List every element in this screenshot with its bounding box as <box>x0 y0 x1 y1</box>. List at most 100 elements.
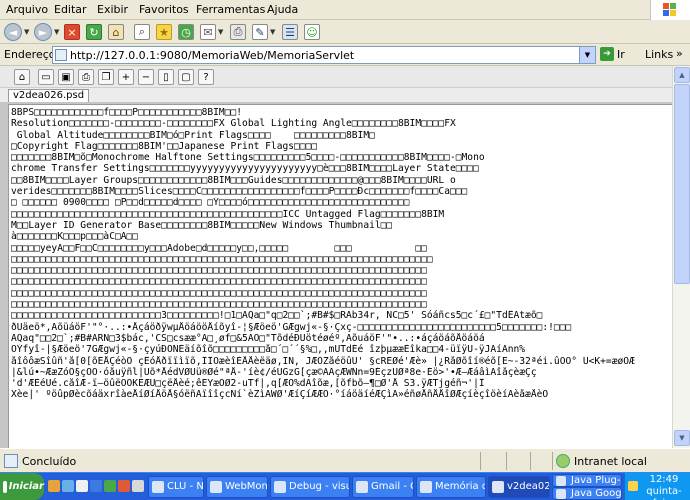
copy-icon[interactable]: ❐ <box>98 69 114 85</box>
address-dropdown-icon[interactable]: ▼ <box>579 47 595 63</box>
zoom-in-icon[interactable]: + <box>118 69 134 85</box>
help-icon[interactable]: ? <box>198 69 214 85</box>
menu-ferramentas[interactable]: Ferramentas <box>196 3 265 16</box>
edit-page-icon: ✎ <box>252 24 268 40</box>
chevron-right-icon[interactable]: » <box>676 47 683 60</box>
scroll-down-icon[interactable]: ▼ <box>674 430 690 446</box>
intranet-icon <box>556 454 570 468</box>
document-text-line: □ □□□□□□ 0900□□□□ □P□□d□□□□□d□□□□ □Ý□□□□… <box>11 197 410 209</box>
address-url[interactable]: http://127.0.0.1:9080/MemoriaWeb/Memoria… <box>70 49 354 62</box>
scroll-up-icon[interactable]: ▲ <box>674 67 690 83</box>
start-button[interactable]: Iniciar <box>0 473 44 500</box>
taskbar-item-label: CLU - Notícias - ... <box>167 481 204 492</box>
chevron-down-icon[interactable]: ▼ <box>218 28 223 36</box>
taskbar-item[interactable]: CLU - Notícias - ... <box>148 476 204 498</box>
search-button[interactable]: ⌕ <box>134 22 150 42</box>
taskbar-item-active[interactable]: v2dea026.psd - Micr... <box>488 476 550 498</box>
page-icon[interactable]: ▯ <box>158 69 174 85</box>
status-bar: Concluído Intranet local <box>0 448 690 472</box>
go-button[interactable]: ➔ Ir <box>600 47 625 61</box>
forward-button[interactable]: ► ▼ <box>34 22 59 42</box>
standard-toolbar: ◄ ▼ ► ▼ × ↻ ⌂ ⌕ ★ ◷ ✉ ▼ ⎙ ✎ ▼ ☰ ☺ <box>0 20 690 44</box>
status-divider <box>506 452 507 470</box>
ie-icon <box>492 481 504 493</box>
links-label[interactable]: Links <box>645 48 673 61</box>
quicklaunch-icon[interactable] <box>104 480 116 492</box>
document-area: 8BPS□□□□□□□□□□□□f□□□□P□□□□□□□□□□□8BIM□□!… <box>0 102 672 448</box>
page-icon <box>4 454 18 468</box>
quicklaunch-icon[interactable] <box>90 480 102 492</box>
menu-editar[interactable]: Editar <box>54 3 87 16</box>
discuss-icon: ☰ <box>282 24 298 40</box>
print-button[interactable]: ⎙ <box>230 22 246 42</box>
messenger-button[interactable]: ☺ <box>304 22 320 42</box>
document-text-line: □Copyright Flag□□□□□□□8BIM'□□Japanese Pr… <box>11 140 318 152</box>
menu-favoritos[interactable]: Favoritos <box>139 3 189 16</box>
chevron-down-icon[interactable]: ▼ <box>270 28 275 36</box>
stop-button[interactable]: × <box>64 22 80 42</box>
taskbar-item[interactable]: WebMonitor - Micr... <box>206 476 268 498</box>
ie-icon <box>356 481 368 493</box>
document-text-line: □□□□□□□□□□□□□□□□□□□□□□□□□□□□□□□□□□□□□□□□… <box>11 299 427 311</box>
status-divider <box>552 452 553 470</box>
menu-exibir[interactable]: Exibir <box>97 3 128 16</box>
quicklaunch-icon[interactable] <box>118 480 130 492</box>
document-text-line: □□□□□□□□□□□□□□□□□□□□□□□□□□□□□□□□□□□□□□□□… <box>11 287 427 299</box>
document-text-line: □□□□□□□□□□□□□□□□□□□□□□□□□□□□□□□□□□□□□□□□… <box>11 276 427 288</box>
chevron-down-icon[interactable]: ▼ <box>24 28 29 36</box>
chevron-down-icon[interactable]: ▼ <box>54 28 59 36</box>
quicklaunch-icon[interactable] <box>62 480 74 492</box>
discuss-button[interactable]: ☰ <box>282 22 298 42</box>
taskbar-item[interactable]: Debug - visualizar_arqui... <box>270 476 350 498</box>
stop-icon: × <box>64 24 80 40</box>
taskbar-item[interactable]: Memória da Criação - Mic... <box>416 476 486 498</box>
open-folder-icon[interactable]: ▭ <box>38 69 54 85</box>
home-button[interactable]: ⌂ <box>108 22 124 42</box>
ie-icon <box>210 481 222 493</box>
taskbar-item-label: Debug - visualizar_arqui... <box>289 481 349 492</box>
mail-button[interactable]: ✉ ▼ <box>200 22 223 42</box>
taskbar-item-label: Java Plug-in HTML Specif... <box>571 475 621 486</box>
taskbar-item[interactable]: Java Plug-in HTML Specif... <box>552 474 622 487</box>
quicklaunch-icon[interactable] <box>76 480 88 492</box>
printer-icon: ⎙ <box>230 24 246 40</box>
home-icon[interactable]: ⌂ <box>14 69 30 85</box>
forward-arrow-icon: ► <box>34 23 52 41</box>
back-button[interactable]: ◄ ▼ <box>4 22 29 42</box>
clock[interactable]: 12:49 quinta-feira <box>641 474 687 500</box>
document-text-line: □□□□□□□□□□□□□□□□□□□□□□□□□□□□□□□□□□□□□□□□… <box>11 253 433 265</box>
taskbar-item[interactable]: Java Google... <box>552 487 622 500</box>
menu-ajuda[interactable]: Ajuda <box>267 3 298 16</box>
tray-icon[interactable] <box>628 481 638 491</box>
document-text-line: 8BPS□□□□□□□□□□□□f□□□□P□□□□□□□□□□□8BIM□□! <box>11 107 243 118</box>
menu-arquivo[interactable]: Arquivo <box>6 3 48 16</box>
document-text-line: □□□□□□□□□□□□□□□□□□□□□□□□□□□□□□□□□□□□□□□□… <box>11 265 427 277</box>
status-divider <box>480 452 481 470</box>
document-text-line: åîôôæSîûñ'å[0[õÈÅÇéòÓ çÊóÅðïïìïõ,ÎÎÓæèîÈ… <box>11 355 635 367</box>
fit-page-icon[interactable]: ▢ <box>178 69 194 85</box>
favorites-button[interactable]: ★ <box>156 22 172 42</box>
vertical-scrollbar[interactable]: ▲ ▼ <box>672 66 690 448</box>
edit-button[interactable]: ✎ ▼ <box>252 22 275 42</box>
taskbar-item[interactable]: Gmail - Caixa de entrada <box>352 476 414 498</box>
document-text-line: AQaq"□□2□`;#B#ARN□3$bác,'CS□csææ°Ä□¸øf□&… <box>11 332 485 344</box>
refresh-button[interactable]: ↻ <box>86 22 102 42</box>
taskbar-item-label: Memória da Criação - Mic... <box>435 481 485 492</box>
document-text-line: □□□□□yeyA□□F□□C□□□□□□□□y□□□Adobe□d□□□□□y… <box>11 242 427 254</box>
star-icon: ★ <box>156 24 172 40</box>
print-icon[interactable]: ⎙ <box>78 69 94 85</box>
document-text-line: Resolution□□□□□□□-□□□□□□□□-□□□□□□□□FX Gl… <box>11 118 456 130</box>
status-text: Concluído <box>22 454 77 468</box>
scroll-thumb[interactable] <box>674 84 690 284</box>
save-icon[interactable]: ▣ <box>58 69 74 85</box>
zoom-out-icon[interactable]: − <box>138 69 154 85</box>
quicklaunch-icon[interactable] <box>132 480 144 492</box>
document-text-line: Global Altitude□□□□□□□□BIM□ó□Print Flags… <box>11 129 375 141</box>
address-input[interactable]: http://127.0.0.1:9080/MemoriaWeb/Memoria… <box>52 46 596 64</box>
start-label: Iniciar <box>8 481 44 492</box>
quicklaunch-icon[interactable] <box>48 480 60 492</box>
document-text-line: |&lú•~ÆæZóÕ§çÖO·óåuÿñl|Úõ*ÅédVØUü®Øé"ªÅ-… <box>11 366 537 378</box>
document-tab[interactable]: v2dea026.psd <box>8 89 90 102</box>
document-page: 8BPS□□□□□□□□□□□□f□□□□P□□□□□□□□□□□8BIM□□!… <box>8 104 672 448</box>
history-button[interactable]: ◷ <box>178 22 194 42</box>
